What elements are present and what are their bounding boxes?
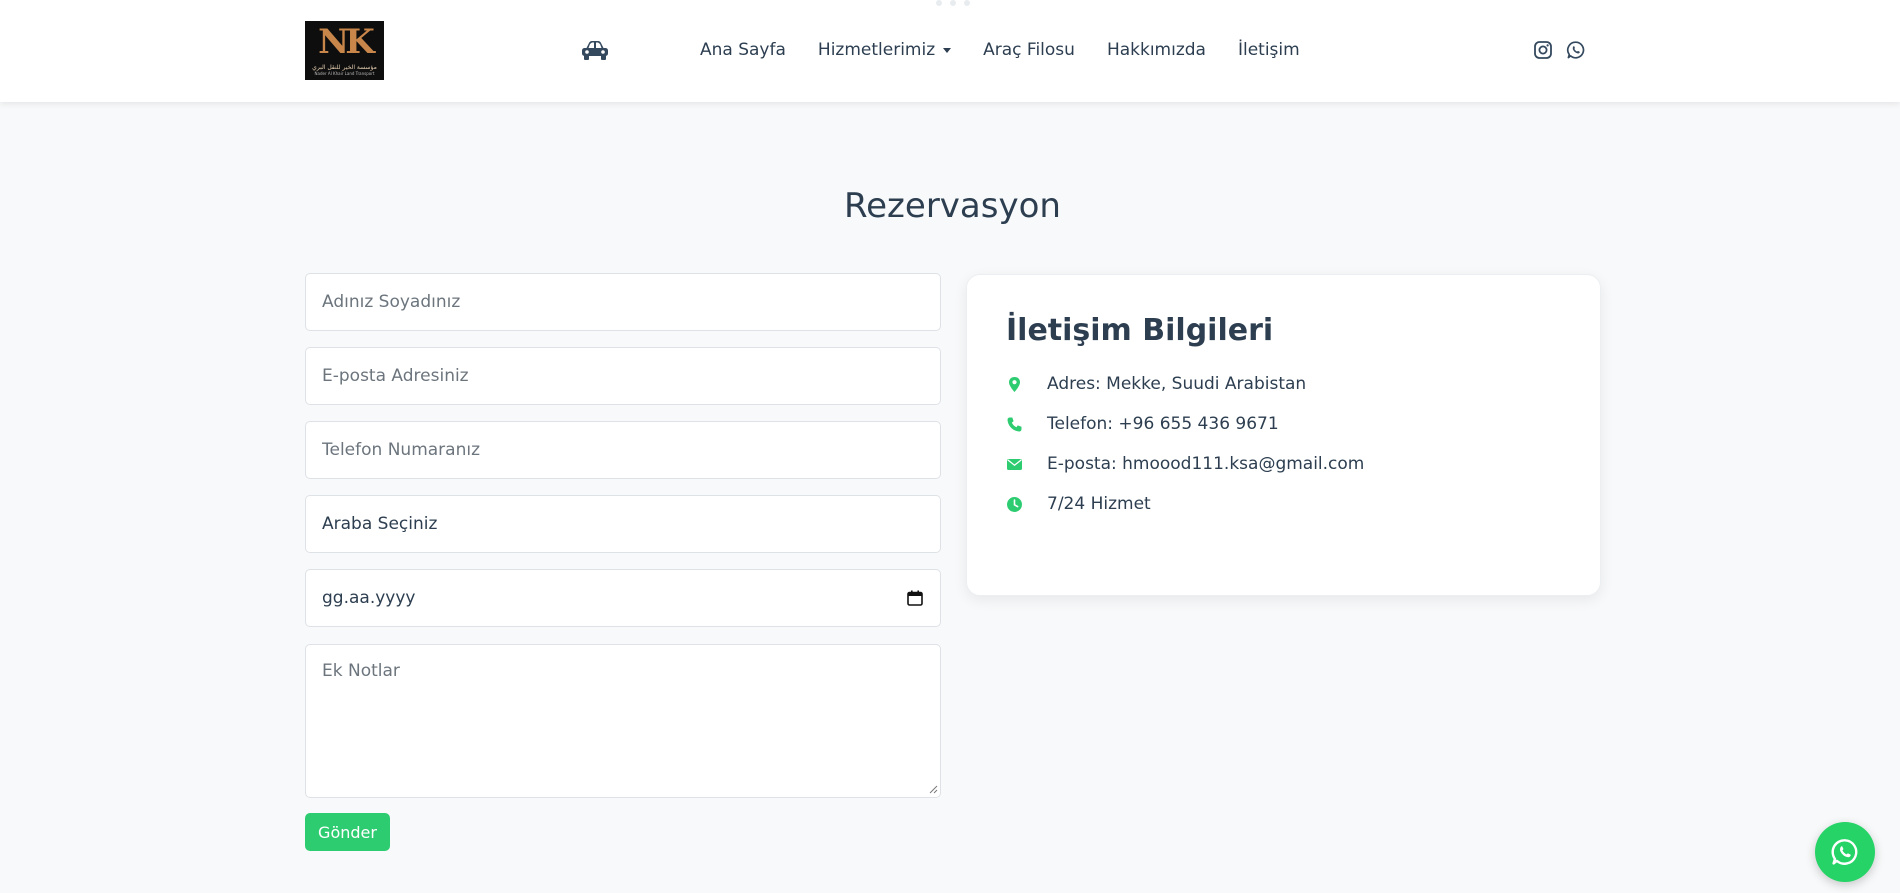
contact-address: Adres: Mekke, Suudi Arabistan (1006, 372, 1306, 396)
page-title: Rezervasyon (844, 186, 1061, 226)
car-select-value: Araba Seçiniz (322, 514, 438, 534)
contact-card-title: İletişim Bilgileri (1006, 313, 1274, 348)
instagram-icon[interactable] (1533, 40, 1553, 60)
date-input[interactable]: gg.aa.yyyy (305, 569, 941, 627)
date-input-value: gg.aa.yyyy (322, 588, 416, 608)
nav-link-hizmetlerimiz-label: Hizmetlerimiz (817, 40, 936, 60)
name-input[interactable] (305, 273, 941, 331)
main-nav: Ana Sayfa Hizmetlerimiz Araç Filosu Hakk… (700, 38, 1300, 62)
nav-link-hakkimizda[interactable]: Hakkımızda (1107, 40, 1206, 60)
calendar-icon[interactable] (906, 589, 924, 607)
phone-input[interactable] (305, 421, 941, 479)
car-select[interactable]: Araba Seçiniz (305, 495, 941, 553)
phone-icon (1007, 417, 1022, 431)
logo-monogram: NK (318, 22, 375, 62)
contact-phone-text: Telefon: +96 655 436 9671 (1047, 414, 1279, 434)
navbar: NK مؤسسة الخير للنقل البري Nader Al Khai… (0, 0, 1900, 102)
envelope-icon (1007, 458, 1022, 470)
whatsapp-icon (1831, 839, 1858, 865)
contact-info-card: İletişim Bilgileri Adres: Mekke, Suudi A… (966, 274, 1601, 596)
brand-logo[interactable]: NK مؤسسة الخير للنقل البري Nader Al Khai… (305, 21, 384, 80)
submit-button[interactable]: Gönder (305, 813, 390, 851)
map-marker-icon (1009, 376, 1020, 392)
contact-address-text: Adres: Mekke, Suudi Arabistan (1047, 374, 1307, 394)
resize-grip-icon[interactable] (928, 784, 938, 794)
contact-hours-text: 7/24 Hizmet (1047, 494, 1151, 514)
contact-email: E-posta: hmoood111.ksa@gmail.com (1006, 452, 1364, 476)
whatsapp-float-button[interactable] (1815, 822, 1875, 882)
email-input[interactable] (305, 347, 941, 405)
contact-phone: Telefon: +96 655 436 9671 (1006, 412, 1279, 436)
nav-link-ana-sayfa[interactable]: Ana Sayfa (700, 40, 786, 60)
whatsapp-icon[interactable] (1566, 40, 1586, 60)
nav-link-arac-filosu[interactable]: Araç Filosu (983, 40, 1075, 60)
nav-link-hizmetlerimiz[interactable]: Hizmetlerimiz (817, 40, 952, 60)
car-icon (582, 41, 608, 60)
logo-latin-text: Nader Al Khair Land Transport (314, 71, 375, 76)
notes-textarea[interactable] (305, 644, 941, 798)
chevron-down-icon (943, 47, 952, 53)
nav-link-iletisim[interactable]: İletişim (1238, 40, 1300, 60)
clock-icon (1007, 496, 1022, 512)
contact-hours: 7/24 Hizmet (1006, 492, 1151, 516)
logo-arabic-text: مؤسسة الخير للنقل البري (312, 64, 377, 71)
contact-email-text: E-posta: hmoood111.ksa@gmail.com (1047, 454, 1365, 474)
top-dots-decoration (936, 0, 970, 7)
